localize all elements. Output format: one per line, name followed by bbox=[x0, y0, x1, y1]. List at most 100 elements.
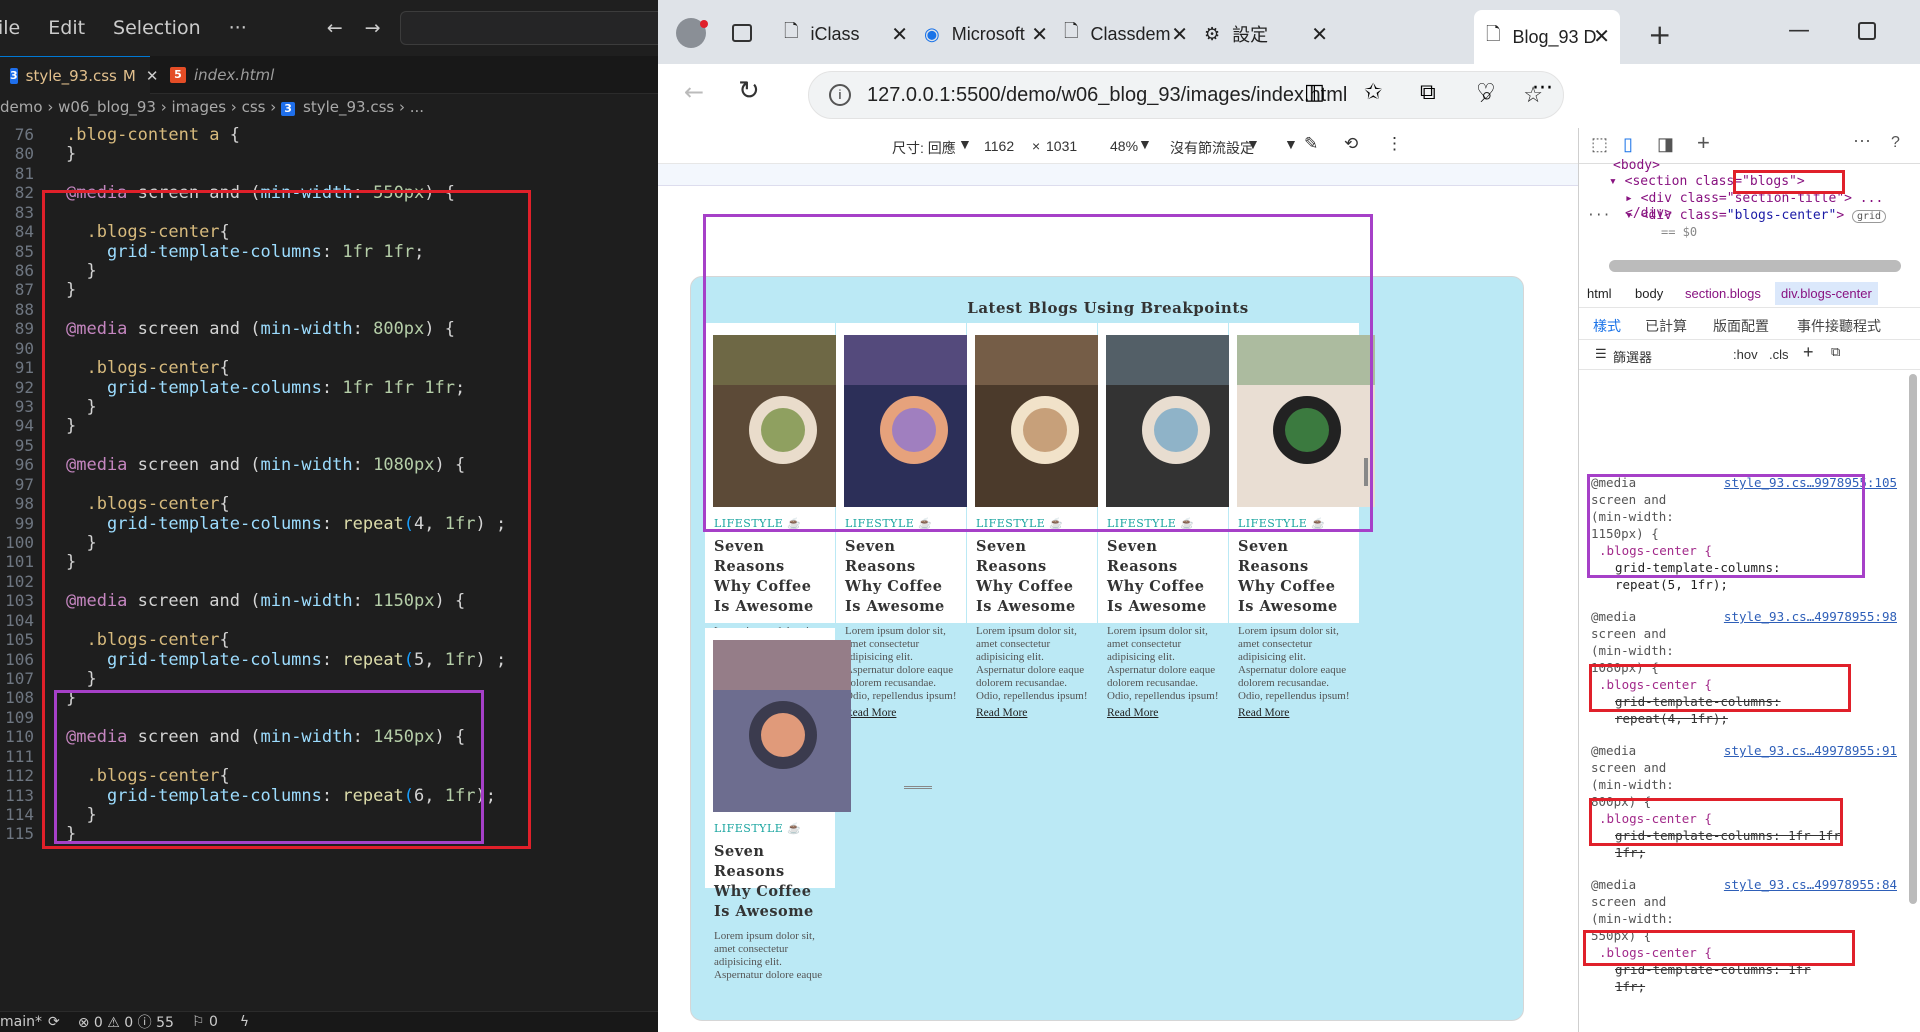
tab-styles[interactable]: 樣式 bbox=[1593, 316, 1621, 336]
code-line[interactable]: .blogs-center{ bbox=[66, 494, 229, 514]
code-line[interactable]: @media screen and (min-width: 1450px) { bbox=[66, 727, 465, 747]
info-icon[interactable]: i bbox=[829, 84, 851, 106]
throttle-select[interactable]: 沒有節流設定 bbox=[1170, 138, 1254, 158]
rule-selector[interactable]: .blogs-center { bbox=[1599, 676, 1920, 693]
code-line[interactable]: @media screen and (min-width: 550px) { bbox=[66, 183, 455, 203]
url-field[interactable]: i 127.0.0.1:5500/demo/w06_blog_93/images… bbox=[808, 71, 1564, 119]
help-icon[interactable]: ? bbox=[1891, 134, 1900, 152]
width-input[interactable]: 1162 bbox=[984, 138, 1014, 154]
style-rule[interactable]: @media screen and (min-width: 800px) {st… bbox=[1579, 742, 1920, 861]
media-query-ruler[interactable] bbox=[658, 164, 1578, 186]
source-link[interactable]: style_93.cs…49978955:91 bbox=[1724, 742, 1897, 759]
lightning-icon[interactable]: ϟ bbox=[240, 1014, 249, 1030]
branch-label[interactable]: main* bbox=[0, 1014, 42, 1030]
panel-icon[interactable]: ◨ bbox=[1657, 134, 1674, 155]
resize-handle-bottom[interactable] bbox=[904, 786, 932, 789]
device-dimensions-select[interactable]: 尺寸: 回應 bbox=[892, 138, 956, 158]
style-rule[interactable]: @media screen and (min-width: 1150px) {s… bbox=[1579, 474, 1920, 593]
menu-file[interactable]: ile bbox=[0, 17, 20, 39]
tab-actions-icon[interactable] bbox=[732, 24, 752, 42]
rule-declaration[interactable]: grid-template-columns: repeat(5, 1fr); bbox=[1615, 559, 1845, 593]
crumb[interactable]: section.blogs bbox=[1685, 286, 1761, 301]
device-toolbar-icon[interactable]: ▯ bbox=[1623, 134, 1633, 155]
code-line[interactable]: } bbox=[66, 397, 96, 417]
code-line[interactable]: grid-template-columns: repeat(5, 1fr) ; bbox=[66, 650, 506, 670]
code-line[interactable]: } bbox=[66, 669, 96, 689]
height-input[interactable]: 1031 bbox=[1046, 138, 1077, 154]
close-icon[interactable]: ✕ bbox=[1311, 22, 1328, 47]
browser-tab[interactable]: 🗋 iClass ✕ bbox=[778, 12, 918, 56]
code-line[interactable]: } bbox=[66, 552, 76, 572]
code-line[interactable]: .blogs-center{ bbox=[66, 358, 229, 378]
code-line[interactable]: @media screen and (min-width: 800px) { bbox=[66, 319, 455, 339]
close-icon[interactable]: ✕ bbox=[1031, 22, 1048, 47]
problems-indicator[interactable]: ⊗ 0 ⚠ 0 ⓘ 55 bbox=[78, 1012, 174, 1032]
tab-computed[interactable]: 已計算 bbox=[1645, 316, 1687, 336]
menu-more[interactable]: ··· bbox=[229, 17, 247, 39]
code-line[interactable]: } bbox=[66, 805, 96, 825]
code-line[interactable]: } bbox=[66, 824, 76, 844]
browser-tab[interactable]: ⚙ 設定 ✕ bbox=[1198, 12, 1338, 56]
rule-declaration[interactable]: grid-template-columns: repeat(4, 1fr); bbox=[1615, 693, 1845, 727]
performance-icon[interactable]: ♡ bbox=[1476, 80, 1496, 105]
style-rule[interactable]: @media screen and (min-width: 550px) {st… bbox=[1579, 876, 1920, 995]
add-panel-icon[interactable]: + bbox=[1697, 130, 1710, 156]
code-line[interactable]: } bbox=[66, 144, 76, 164]
read-more-link[interactable]: Read More bbox=[976, 707, 1088, 719]
code-line[interactable]: grid-template-columns: repeat(6, 1fr); bbox=[66, 786, 496, 806]
crumb[interactable]: ... bbox=[410, 98, 424, 116]
crumb-active[interactable]: div.blogs-center bbox=[1775, 282, 1878, 305]
close-icon[interactable]: ✕ bbox=[146, 67, 159, 85]
collections-icon[interactable]: ⧉ bbox=[1420, 80, 1436, 105]
code-line[interactable]: @media screen and (min-width: 1150px) { bbox=[66, 591, 465, 611]
source-link[interactable]: style_93.cs…9978955:105 bbox=[1724, 474, 1897, 491]
more-menu-icon[interactable]: ··· bbox=[1532, 76, 1553, 101]
tab-index-html[interactable]: 5 index.html bbox=[160, 56, 300, 94]
browser-tab[interactable]: ◉ Microsoft ✕ bbox=[918, 12, 1058, 56]
close-icon[interactable]: ✕ bbox=[1171, 22, 1188, 47]
dom-node-section[interactable]: ▾ <section class="blogs"> bbox=[1609, 174, 1805, 189]
style-rule[interactable]: @media screen and (min-width: 1080px) {s… bbox=[1579, 608, 1920, 727]
code-line[interactable]: .blogs-center{ bbox=[66, 222, 229, 242]
menu-selection[interactable]: Selection bbox=[113, 17, 201, 39]
rule-selector[interactable]: .blogs-center { bbox=[1599, 944, 1920, 961]
browser-tab-active[interactable]: 🗋 Blog_93 D ✕ bbox=[1474, 10, 1620, 64]
tab-layout[interactable]: 版面配置 bbox=[1713, 316, 1769, 336]
horizontal-scrollbar[interactable] bbox=[1609, 260, 1901, 272]
refresh-icon[interactable]: ↻ bbox=[738, 76, 760, 106]
maximize-icon[interactable] bbox=[1858, 22, 1876, 40]
crumb[interactable]: demo bbox=[0, 98, 43, 116]
code-line[interactable]: } bbox=[66, 688, 76, 708]
code-line[interactable]: .blogs-center{ bbox=[66, 766, 229, 786]
resize-handle-right[interactable] bbox=[1364, 458, 1368, 486]
minimize-icon[interactable]: — bbox=[1788, 18, 1810, 43]
filter-input[interactable]: 篩選器 bbox=[1613, 347, 1652, 366]
rule-selector[interactable]: .blogs-center { bbox=[1599, 542, 1920, 559]
inspect-icon[interactable]: ⬚ bbox=[1591, 134, 1608, 155]
eyedropper-icon[interactable]: ✎ bbox=[1304, 134, 1318, 154]
rule-declaration[interactable]: grid-template-columns: 1fr 1fr 1fr; bbox=[1615, 827, 1845, 861]
code-line[interactable]: } bbox=[66, 261, 96, 281]
source-link[interactable]: style_93.cs…49978955:84 bbox=[1724, 876, 1897, 893]
split-screen-icon[interactable]: ◫ bbox=[1304, 80, 1325, 105]
back-icon[interactable]: ← bbox=[684, 78, 704, 106]
ports-indicator[interactable]: ⚐ 0 bbox=[192, 1014, 218, 1030]
favorites-icon[interactable]: ✩ bbox=[1364, 80, 1382, 105]
read-more-link[interactable]: Read More bbox=[1238, 707, 1350, 719]
hov-toggle[interactable]: :hov bbox=[1733, 347, 1758, 362]
code-line[interactable]: grid-template-columns: 1fr 1fr; bbox=[66, 242, 424, 262]
source-link[interactable]: style_93.cs…49978955:98 bbox=[1724, 608, 1897, 625]
crumb[interactable]: css bbox=[242, 98, 266, 116]
crumb[interactable]: images bbox=[171, 98, 226, 116]
close-icon[interactable]: ✕ bbox=[1593, 24, 1610, 49]
code-line[interactable]: grid-template-columns: 1fr 1fr 1fr; bbox=[66, 378, 465, 398]
command-center-search[interactable] bbox=[400, 11, 658, 45]
browser-tab[interactable]: 🗋 Classdem ✕ bbox=[1058, 12, 1198, 56]
zoom-select[interactable]: 48% bbox=[1110, 138, 1138, 154]
code-line[interactable]: } bbox=[66, 533, 96, 553]
nav-forward-icon[interactable]: → bbox=[365, 17, 381, 39]
more-options-icon[interactable]: ··· bbox=[1853, 130, 1871, 151]
rule-declaration[interactable]: grid-template-columns: 1fr 1fr; bbox=[1615, 961, 1845, 995]
code-line[interactable]: .blog-content a { bbox=[66, 125, 240, 145]
tab-style-css[interactable]: 3 style_93.css M ✕ bbox=[0, 56, 158, 94]
